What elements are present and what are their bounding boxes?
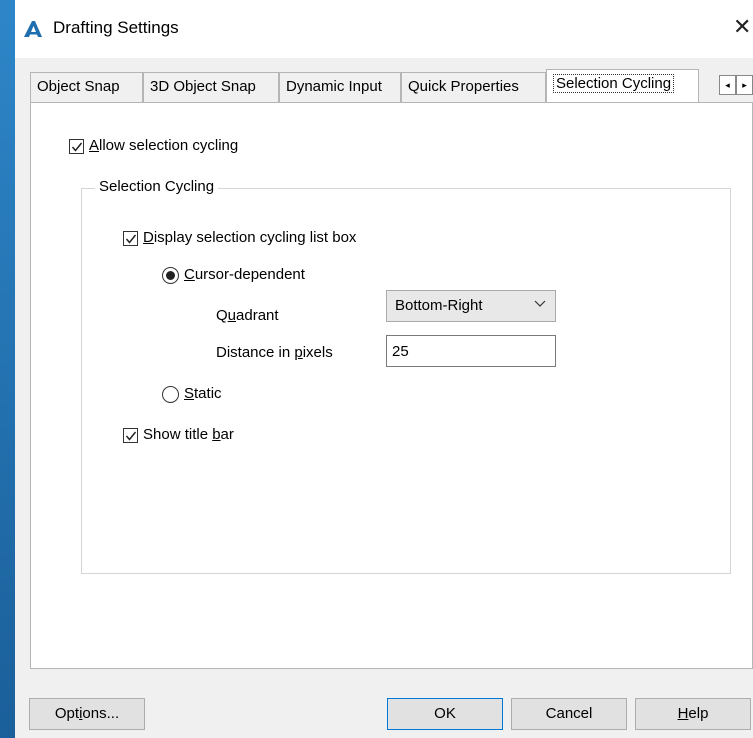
radio-selected-dot: [166, 271, 175, 280]
show-title-bar-checkbox[interactable]: [123, 428, 138, 443]
distance-in-pixels-input[interactable]: [386, 335, 556, 367]
autocad-logo-icon: [24, 21, 42, 37]
checkmark-icon: [71, 142, 83, 152]
tab-object-snap[interactable]: Object Snap: [30, 72, 143, 102]
distance-in-pixels-label: Distance in pixels: [216, 344, 333, 361]
show-title-bar-label: Show title bar: [143, 426, 234, 443]
desktop-background: [0, 0, 15, 738]
close-icon[interactable]: ✕: [733, 14, 753, 40]
tab-scroll-buttons: ◂ ▸: [719, 75, 753, 95]
display-list-box-label: Display selection cycling list box: [143, 229, 357, 246]
ok-button[interactable]: OK: [387, 698, 503, 730]
drafting-settings-dialog: Drafting Settings ✕ Object Snap 3D Objec…: [15, 0, 753, 738]
title-bar: Drafting Settings ✕: [15, 0, 753, 58]
static-label: Static: [184, 385, 222, 402]
selection-cycling-panel: Allow selection cycling Selection Cyclin…: [30, 102, 753, 669]
tab-selection-cycling[interactable]: Selection Cycling: [546, 69, 699, 102]
cursor-dependent-radio[interactable]: [162, 267, 179, 284]
group-title: Selection Cycling: [95, 178, 219, 195]
tab-3d-object-snap[interactable]: 3D Object Snap: [143, 72, 279, 102]
allow-selection-cycling-checkbox[interactable]: [69, 139, 84, 154]
cancel-button[interactable]: Cancel: [511, 698, 627, 730]
tab-dynamic-input[interactable]: Dynamic Input: [279, 72, 401, 102]
display-list-box-checkbox[interactable]: [123, 231, 138, 246]
allow-selection-cycling-label: Allow selection cycling: [89, 137, 239, 154]
quadrant-dropdown[interactable]: Bottom-Right: [386, 290, 556, 322]
checkmark-icon: [125, 234, 137, 244]
checkmark-icon: [125, 431, 137, 441]
cursor-dependent-label: Cursor-dependent: [184, 266, 305, 283]
static-radio[interactable]: [162, 386, 179, 403]
options-button[interactable]: Options...: [29, 698, 145, 730]
tab-quick-properties[interactable]: Quick Properties: [401, 72, 546, 102]
help-button[interactable]: Help: [635, 698, 751, 730]
tab-strip: Object Snap 3D Object Snap Dynamic Input…: [30, 69, 753, 102]
window-title: Drafting Settings: [53, 18, 179, 37]
tab-scroll-right-icon[interactable]: ▸: [736, 75, 753, 95]
tab-scroll-left-icon[interactable]: ◂: [719, 75, 736, 95]
quadrant-label: Quadrant: [216, 307, 279, 324]
chevron-down-icon: [534, 300, 546, 307]
